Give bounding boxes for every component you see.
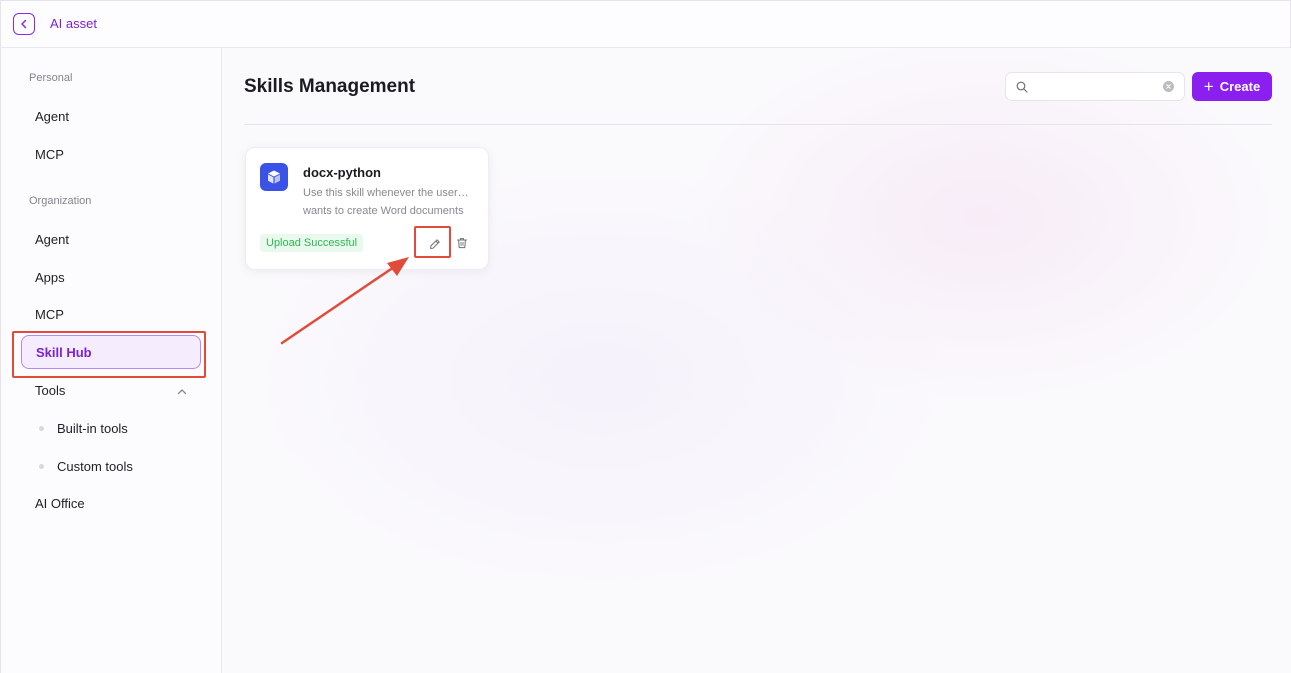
sidebar-item-personal-agent[interactable]: Agent xyxy=(21,99,201,133)
skill-card[interactable]: docx-python Use this skill whenever the … xyxy=(245,147,489,270)
sidebar-item-label: Agent xyxy=(35,231,69,247)
sidebar-item-label: Agent xyxy=(35,108,69,124)
edit-button[interactable] xyxy=(418,231,451,257)
top-bar: AI asset xyxy=(1,1,1290,48)
sidebar-item-label: MCP xyxy=(35,306,64,322)
sidebar-item-apps[interactable]: Apps xyxy=(21,260,201,294)
breadcrumb[interactable]: AI asset xyxy=(50,16,97,31)
skill-description-line: Use this skill whenever the user… xyxy=(303,187,469,199)
chevron-left-icon xyxy=(21,19,27,29)
sidebar-item-ai-office[interactable]: AI Office xyxy=(21,486,201,520)
sidebar-item-label: AI Office xyxy=(35,495,85,511)
skill-description: Use this skill whenever the user… wants … xyxy=(303,184,473,220)
status-badge: Upload Successful xyxy=(260,234,364,252)
search-box[interactable] xyxy=(1005,72,1185,101)
app-window: AI asset Personal Agent MCP Organization… xyxy=(0,0,1291,673)
sidebar-item-built-in-tools[interactable]: Built-in tools xyxy=(39,411,128,445)
bullet-dot xyxy=(39,463,44,469)
sidebar-item-label: Built-in tools xyxy=(57,420,128,436)
sidebar-item-label: Apps xyxy=(35,269,65,285)
skill-name: docx-python xyxy=(303,165,381,180)
search-icon xyxy=(1016,81,1028,93)
sidebar-item-label: Tools xyxy=(35,382,66,398)
pencil-icon xyxy=(429,239,440,249)
bullet-dot xyxy=(39,425,44,431)
close-icon xyxy=(1166,84,1171,89)
sidebar-item-personal-mcp[interactable]: MCP xyxy=(21,137,201,171)
page-title: Skills Management xyxy=(244,76,416,97)
sidebar-item-label: Custom tools xyxy=(57,458,133,474)
sidebar-item-label: Skill Hub xyxy=(36,344,92,360)
sidebar-item-org-agent[interactable]: Agent xyxy=(21,222,201,256)
sidebar-item-custom-tools[interactable]: Custom tools xyxy=(39,449,133,483)
sidebar-item-skill-hub[interactable]: Skill Hub xyxy=(21,335,201,369)
skill-description-line: wants to create Word documents xyxy=(303,205,464,217)
main-content: Skills Management + Create docx-python U… xyxy=(222,48,1291,673)
sidebar: Personal Agent MCP Organization Agent Ap… xyxy=(1,48,222,673)
sidebar-item-label: MCP xyxy=(35,146,64,162)
back-button[interactable] xyxy=(13,13,35,35)
create-button-label: Create xyxy=(1219,79,1261,94)
divider xyxy=(244,124,1272,125)
section-label-organization: Organization xyxy=(29,195,92,207)
create-button[interactable]: + Create xyxy=(1192,72,1272,101)
cube-icon xyxy=(260,163,288,191)
clear-icon[interactable] xyxy=(1163,81,1174,92)
chevron-up-icon[interactable] xyxy=(177,387,187,397)
delete-button[interactable] xyxy=(454,235,470,251)
trash-icon xyxy=(457,238,467,249)
sidebar-item-tools[interactable]: Tools xyxy=(21,373,201,407)
search-input[interactable] xyxy=(1036,79,1163,94)
plus-icon: + xyxy=(1203,77,1214,96)
section-label-personal: Personal xyxy=(29,72,73,84)
sidebar-item-org-mcp[interactable]: MCP xyxy=(21,297,201,331)
